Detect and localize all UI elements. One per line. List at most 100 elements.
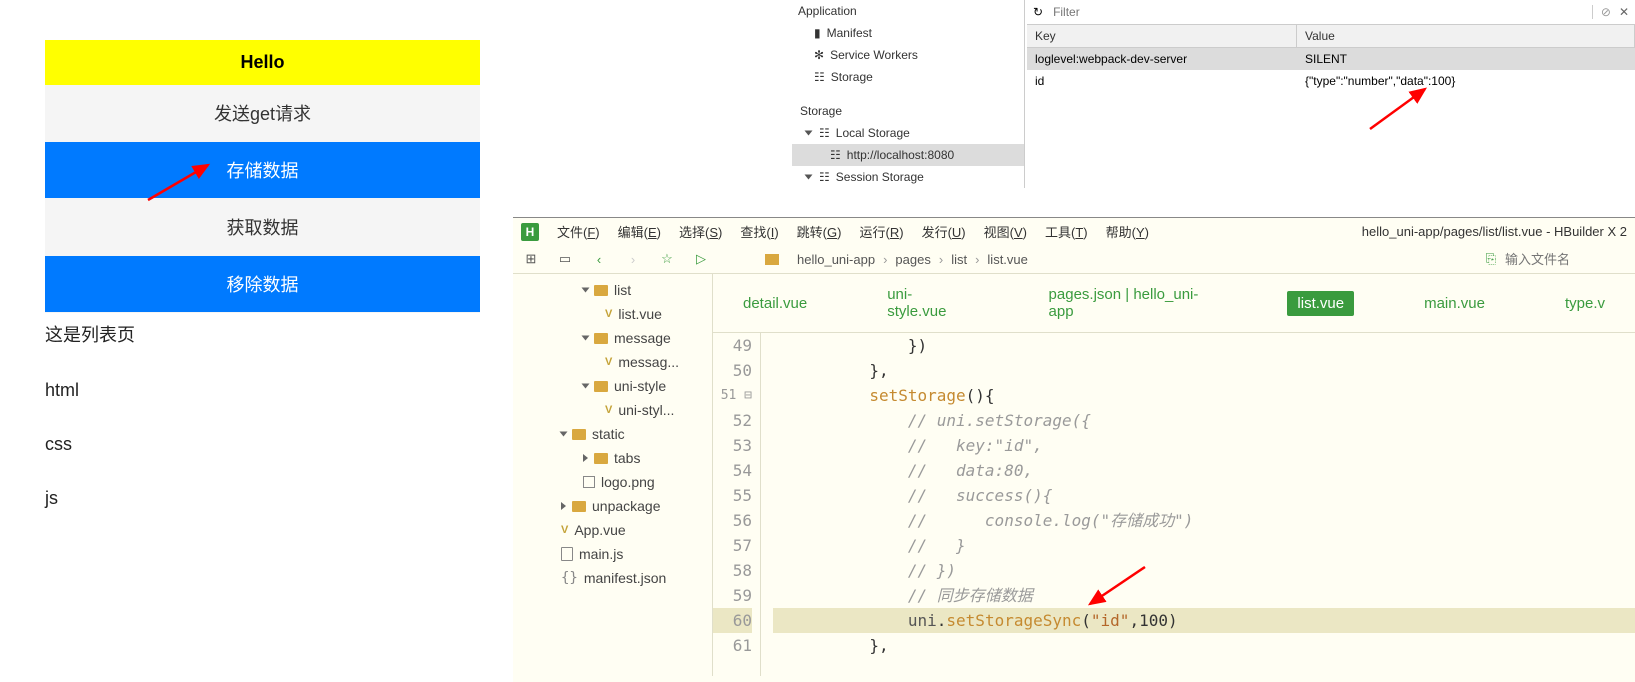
block-icon[interactable]: ⊘ bbox=[1592, 5, 1611, 19]
forward-icon[interactable]: › bbox=[625, 251, 641, 267]
chevron-down-icon bbox=[582, 384, 590, 389]
json-icon: {} bbox=[561, 570, 578, 586]
list-item: js bbox=[45, 480, 480, 534]
section-storage: Storage bbox=[792, 100, 1024, 122]
folder-icon bbox=[594, 381, 608, 392]
file-icon bbox=[561, 547, 573, 561]
hbuilder-window: H 文件(F) 编辑(E) 选择(S) 查找(I) 跳转(G) 运行(R) 发行(U) 视图(… bbox=[513, 217, 1635, 682]
editor-tab[interactable]: main.vue bbox=[1414, 291, 1495, 316]
grid-icon: ☷ bbox=[830, 148, 841, 162]
local-storage-node[interactable]: ☷Local Storage bbox=[792, 122, 1024, 144]
editor-tab[interactable]: type.v bbox=[1555, 291, 1615, 316]
tree-item[interactable]: {}manifest.json bbox=[513, 566, 712, 590]
file-search-input[interactable] bbox=[1505, 252, 1625, 267]
cell-value: {"type":"number","data":100} bbox=[1297, 70, 1635, 92]
chevron-down-icon bbox=[805, 175, 813, 180]
menu-item[interactable]: 帮助(Y) bbox=[1106, 225, 1149, 240]
app-item-manifest[interactable]: ▮Manifest bbox=[790, 22, 1024, 44]
tree-item[interactable]: VApp.vue bbox=[513, 518, 712, 542]
menu-item[interactable]: 文件(F) bbox=[557, 225, 600, 240]
tree-item[interactable]: Vmessag... bbox=[513, 350, 712, 374]
list-page-text: 这是列表页 bbox=[45, 313, 480, 372]
menu-item[interactable]: 跳转(G) bbox=[797, 225, 842, 240]
folder-icon bbox=[765, 254, 779, 265]
hbuilder-logo: H bbox=[521, 223, 539, 241]
breadcrumb: hello_uni-app pages list list.vue bbox=[797, 252, 1028, 267]
back-icon[interactable]: ‹ bbox=[591, 251, 607, 267]
storage-icon: ☷ bbox=[814, 70, 825, 84]
storage-header: Key Value bbox=[1027, 25, 1635, 48]
section-application: Application bbox=[790, 0, 1024, 22]
menu-item[interactable]: 选择(S) bbox=[679, 225, 722, 240]
crumb[interactable]: list bbox=[951, 252, 967, 267]
menu-item[interactable]: 查找(I) bbox=[740, 225, 778, 240]
filter-input[interactable] bbox=[1051, 3, 1251, 21]
local-storage-host[interactable]: ☷http://localhost:8080 bbox=[792, 144, 1024, 166]
folder-icon bbox=[572, 429, 586, 440]
editor-tab[interactable]: pages.json | hello_uni-app bbox=[1039, 282, 1228, 324]
folder-icon bbox=[594, 453, 608, 464]
menu-item[interactable]: 工具(T) bbox=[1045, 225, 1088, 240]
folder-icon bbox=[594, 333, 608, 344]
tree-item[interactable]: message bbox=[513, 326, 712, 350]
storage-toolbar: ↻ ⊘ ✕ bbox=[1027, 0, 1635, 25]
menu-item[interactable]: 运行(R) bbox=[859, 225, 903, 240]
devtools-application-panel: Application ▮Manifest ✻Service Workers ☷… bbox=[790, 0, 1025, 188]
image-icon bbox=[583, 476, 595, 488]
hbuilder-toolbar: ⊞ ▭ ‹ › ☆ ▷ hello_uni-app pages list list.v… bbox=[513, 245, 1635, 274]
crumb[interactable]: list.vue bbox=[987, 252, 1027, 267]
action-get-data[interactable]: 获取数据 bbox=[45, 199, 480, 255]
close-icon[interactable]: ✕ bbox=[1619, 5, 1629, 19]
storage-row[interactable]: id {"type":"number","data":100} bbox=[1027, 70, 1635, 92]
menu-item[interactable]: 视图(V) bbox=[984, 225, 1027, 240]
header-key[interactable]: Key bbox=[1027, 25, 1297, 47]
tree-item[interactable]: tabs bbox=[513, 446, 712, 470]
grid-icon: ☷ bbox=[819, 126, 830, 140]
page-title: Hello bbox=[45, 40, 480, 85]
session-storage-node[interactable]: ☷Session Storage bbox=[792, 166, 1024, 188]
chevron-down-icon bbox=[560, 432, 568, 437]
app-item-service-workers[interactable]: ✻Service Workers bbox=[790, 44, 1024, 66]
cell-key: loglevel:webpack-dev-server bbox=[1027, 48, 1297, 70]
gear-icon: ✻ bbox=[814, 48, 824, 62]
list-item: css bbox=[45, 426, 480, 480]
editor-tab[interactable]: detail.vue bbox=[733, 291, 817, 316]
star-icon[interactable]: ☆ bbox=[659, 251, 675, 267]
tree-item[interactable]: list bbox=[513, 278, 712, 302]
code-area[interactable]: }) }, setStorage(){ // uni.setStorage({ … bbox=[761, 333, 1635, 676]
refresh-icon[interactable]: ↻ bbox=[1033, 5, 1043, 19]
editor-tabs: detail.vue uni-style.vue pages.json | hell… bbox=[713, 274, 1635, 333]
action-get-request[interactable]: 发送get请求 bbox=[45, 85, 480, 141]
menu-item[interactable]: 发行(U) bbox=[922, 225, 966, 240]
folder-icon bbox=[572, 501, 586, 512]
action-store-data[interactable]: 存储数据 bbox=[45, 142, 480, 198]
search-file-icon[interactable]: ⎘ bbox=[1483, 251, 1499, 267]
editor-tab[interactable]: uni-style.vue bbox=[877, 282, 978, 324]
hbuilder-menubar: H 文件(F) 编辑(E) 选择(S) 查找(I) 跳转(G) 运行(R) 发行(U) 视图(… bbox=[513, 218, 1635, 245]
grid-icon: ☷ bbox=[819, 170, 830, 184]
crumb[interactable]: pages bbox=[895, 252, 930, 267]
tree-item[interactable]: Vlist.vue bbox=[513, 302, 712, 326]
line-gutter: 495051 ⊟52535455565758596061 bbox=[713, 333, 761, 676]
action-remove-data[interactable]: 移除数据 bbox=[45, 256, 480, 312]
panel-icon[interactable]: ⊞ bbox=[523, 251, 539, 267]
crumb[interactable]: hello_uni-app bbox=[797, 252, 875, 267]
code-editor[interactable]: 495051 ⊟52535455565758596061 }) }, setSt… bbox=[713, 333, 1635, 676]
save-icon[interactable]: ▭ bbox=[557, 251, 573, 267]
tree-item[interactable]: unpackage bbox=[513, 494, 712, 518]
file-icon: ▮ bbox=[814, 26, 821, 40]
list-item: html bbox=[45, 372, 480, 426]
editor-tab[interactable]: list.vue bbox=[1287, 291, 1354, 316]
folder-icon bbox=[594, 285, 608, 296]
tree-item[interactable]: static bbox=[513, 422, 712, 446]
run-icon[interactable]: ▷ bbox=[693, 251, 709, 267]
tree-item[interactable]: uni-style bbox=[513, 374, 712, 398]
storage-row[interactable]: loglevel:webpack-dev-server SILENT bbox=[1027, 48, 1635, 70]
phone-preview: Hello 发送get请求 存储数据 获取数据 移除数据 这是列表页 html … bbox=[45, 40, 480, 534]
header-value[interactable]: Value bbox=[1297, 25, 1635, 47]
app-item-storage[interactable]: ☷Storage bbox=[790, 66, 1024, 88]
tree-item[interactable]: logo.png bbox=[513, 470, 712, 494]
tree-item[interactable]: Vuni-styl... bbox=[513, 398, 712, 422]
menu-item[interactable]: 编辑(E) bbox=[618, 225, 661, 240]
tree-item[interactable]: main.js bbox=[513, 542, 712, 566]
